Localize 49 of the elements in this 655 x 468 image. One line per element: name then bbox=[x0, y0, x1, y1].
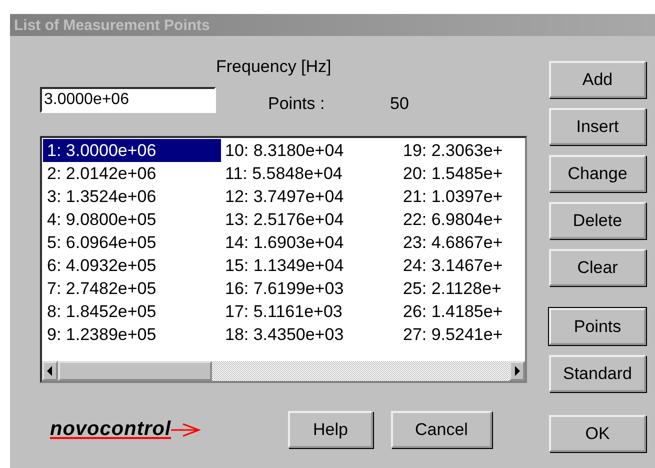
list-item[interactable]: 3: 1.3524e+06 bbox=[43, 185, 221, 208]
horizontal-scrollbar[interactable] bbox=[42, 361, 525, 381]
dialog-button[interactable]: Standard bbox=[549, 355, 646, 392]
list-item[interactable]: 13: 2.5176e+04 bbox=[221, 208, 399, 231]
dialog-button[interactable]: Delete bbox=[549, 202, 646, 239]
dialog-button[interactable]: Add bbox=[549, 61, 646, 98]
list-item[interactable]: 9: 1.2389e+05 bbox=[43, 323, 221, 346]
scroll-right-button[interactable] bbox=[509, 361, 525, 381]
list-item[interactable]: 20: 1.5485e+ bbox=[399, 162, 525, 185]
frequency-label: Frequency [Hz] bbox=[216, 57, 332, 77]
list-item[interactable]: 2: 2.0142e+06 bbox=[43, 162, 221, 185]
ok-button[interactable]: OK bbox=[549, 415, 646, 452]
points-count: 50 bbox=[390, 94, 409, 114]
list-item[interactable]: 23: 4.6867e+ bbox=[399, 231, 525, 254]
dialog-button[interactable]: Points bbox=[549, 308, 646, 345]
list-item[interactable]: 26: 1.4185e+ bbox=[399, 300, 525, 323]
scrollbar-thumb[interactable] bbox=[58, 361, 212, 381]
dialog-button[interactable]: Change bbox=[549, 155, 646, 192]
list-item[interactable]: 4: 9.0800e+05 bbox=[43, 208, 221, 231]
list-item[interactable]: 27: 9.5241e+ bbox=[399, 323, 525, 346]
list-item[interactable]: 5: 6.0964e+05 bbox=[43, 231, 221, 254]
list-item[interactable]: 22: 6.9804e+ bbox=[399, 208, 525, 231]
list-item[interactable]: 17: 5.1161e+03 bbox=[221, 300, 399, 323]
list-item[interactable]: 1: 3.0000e+06 bbox=[43, 139, 221, 162]
help-button[interactable]: Help bbox=[288, 411, 373, 448]
list-item[interactable]: 21: 1.0397e+ bbox=[399, 185, 525, 208]
points-list[interactable] bbox=[40, 136, 527, 383]
list-item[interactable]: 16: 7.6199e+03 bbox=[221, 277, 399, 300]
dialog-button[interactable]: Clear bbox=[549, 249, 646, 286]
cancel-button[interactable]: Cancel bbox=[391, 411, 492, 448]
list-item[interactable]: 12: 3.7497e+04 bbox=[221, 185, 399, 208]
logo: novocontrol bbox=[50, 418, 270, 441]
list-item[interactable]: 14: 1.6903e+04 bbox=[221, 231, 399, 254]
scroll-left-button[interactable] bbox=[42, 361, 58, 381]
list-item[interactable]: 10: 8.3180e+04 bbox=[221, 139, 399, 162]
left-arrow-icon bbox=[46, 366, 54, 376]
list-item[interactable]: 6: 4.0932e+05 bbox=[43, 254, 221, 277]
list-item[interactable]: 7: 2.7482e+05 bbox=[43, 277, 221, 300]
list-item[interactable]: 19: 2.3063e+ bbox=[399, 139, 525, 162]
list-item[interactable]: 25: 2.1128e+ bbox=[399, 277, 525, 300]
frequency-field[interactable]: 3.0000e+06 bbox=[40, 87, 216, 113]
list-item[interactable]: 18: 3.4350e+03 bbox=[221, 323, 399, 346]
list-item[interactable]: 8: 1.8452e+05 bbox=[43, 300, 221, 323]
right-arrow-icon bbox=[513, 366, 521, 376]
list-item[interactable]: 11: 5.5848e+04 bbox=[221, 162, 399, 185]
dialog-button[interactable]: Insert bbox=[549, 108, 646, 145]
list-item[interactable]: 24: 3.1467e+ bbox=[399, 254, 525, 277]
list-item[interactable]: 15: 1.1349e+04 bbox=[221, 254, 399, 277]
points-label: Points : bbox=[268, 94, 326, 114]
